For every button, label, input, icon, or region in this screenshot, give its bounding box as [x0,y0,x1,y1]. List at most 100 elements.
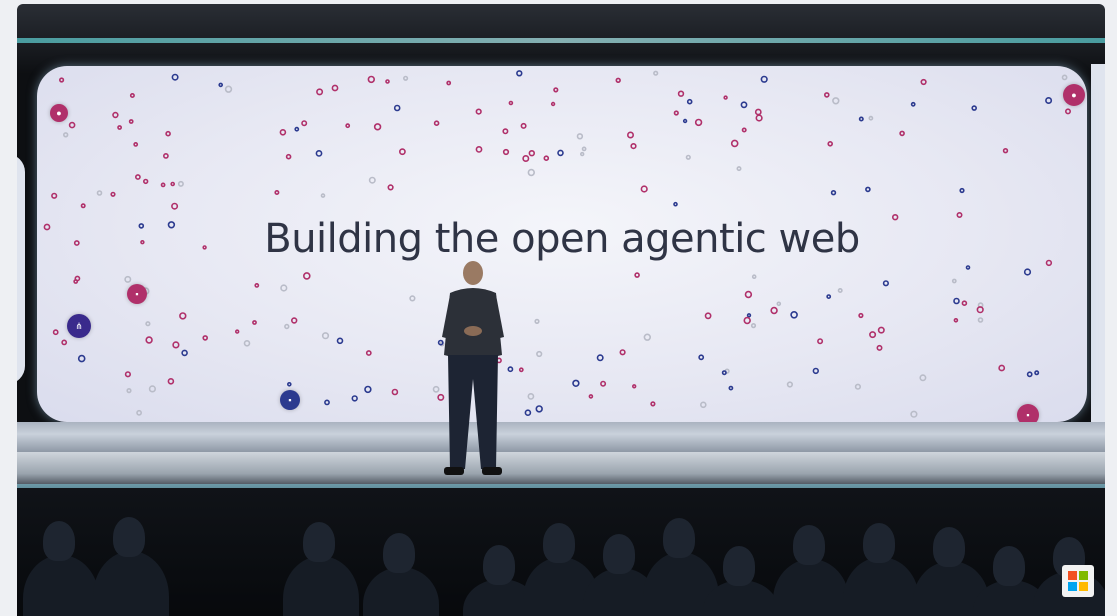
screen-dot [52,329,59,336]
screen-dot [68,121,76,129]
screen-dot [653,70,659,76]
screen-dot [579,151,585,157]
screen-dot [817,338,824,345]
screen-dot [274,190,280,196]
screen-dot [433,120,440,127]
screen-dot [171,202,179,210]
screen-dot [172,341,180,349]
screen-dot [285,153,292,160]
screen-dot [518,367,524,373]
audience-silhouettes [17,488,1105,616]
main-stage-screen: Building the open agentic web ● ▪ ⋔ ▪ ● … [37,66,1087,422]
screen-dot [177,180,184,187]
screen-dot [165,130,171,137]
screen-dot [63,132,69,138]
logo-square-blue [1068,582,1077,591]
screen-dot [301,120,308,127]
audience-head [933,527,965,568]
screen-dot [876,344,883,351]
share-chip-icon: ⋔ [67,314,91,338]
screen-dot [527,168,535,177]
screen-dot [520,122,527,129]
screen-dot [750,323,757,329]
screen-dot [252,320,257,325]
screen-dot [746,313,752,318]
screen-dot [522,155,530,163]
screen-dot [743,316,751,325]
screen-dot [961,300,968,306]
logo-square-yellow [1079,582,1088,591]
audience-head [793,525,825,566]
screen-dot [1061,74,1068,81]
screen-dot [741,127,747,133]
screen-dot [812,367,819,375]
screen-dot [699,401,707,409]
screen-dot [721,370,727,376]
audience-member [843,557,919,616]
screen-dot [694,118,703,127]
screen-dot [572,379,580,387]
screen-dot [409,295,416,302]
screen-dot [640,185,648,193]
screen-dot [1045,96,1053,104]
screen-dot [61,339,68,346]
screen-dot [865,186,871,193]
audience-member [773,559,849,616]
app-chip-icon: ● [50,104,68,122]
screen-dot [171,73,179,81]
audience-member [23,555,99,616]
screen-dot [393,104,401,112]
audience-member [93,550,169,616]
screen-dot [550,101,556,107]
screen-dot [351,395,358,402]
video-frame: Building the open agentic web ● ▪ ⋔ ▪ ● … [17,4,1105,616]
screen-dot [128,119,134,124]
screen-dot [279,129,287,136]
screen-dot [698,354,705,361]
screen-dot [51,192,58,199]
screen-dot [953,318,959,323]
screen-dot [682,118,688,124]
audience-head [483,545,515,586]
screen-dot [615,77,621,84]
screen-dot [315,150,323,157]
screen-dot [770,306,778,315]
screen-dot [367,75,375,84]
screen-dot [959,187,965,194]
document-chip-icon: ▪ [280,390,300,410]
screen-dot [704,312,712,320]
screen-dot [1065,108,1072,115]
audience-member [363,567,439,616]
screen-dot [364,385,372,394]
screen-dot [643,333,651,341]
logo-square-red [1068,571,1077,580]
screen-dot [951,278,957,284]
screen-dot [588,394,594,399]
screen-dot [977,317,984,323]
screen-dot [112,111,119,119]
screen-dot [129,92,135,98]
screen-dot [336,337,344,345]
audience-head [543,523,575,564]
screen-dot [145,336,153,344]
screen-dot [543,155,550,161]
screen-dot [135,174,141,180]
audience-head [663,518,695,559]
screen-dot [755,114,763,122]
screen-dot [373,123,382,131]
screen-dot [631,384,637,389]
screen-dot [145,321,151,327]
screen-dot [162,153,169,159]
screen-dot [634,272,640,278]
screen-dot [581,146,587,152]
screen-dot [686,98,693,105]
screen-dot [294,126,300,132]
screen-dot [148,385,156,393]
screen-dot [953,297,960,305]
screen-dot [832,97,840,105]
screen-dot [919,374,927,382]
screen-dot [527,392,535,400]
screen-dot [126,388,132,394]
screen-dot [858,312,864,319]
screen-dot [868,115,874,121]
